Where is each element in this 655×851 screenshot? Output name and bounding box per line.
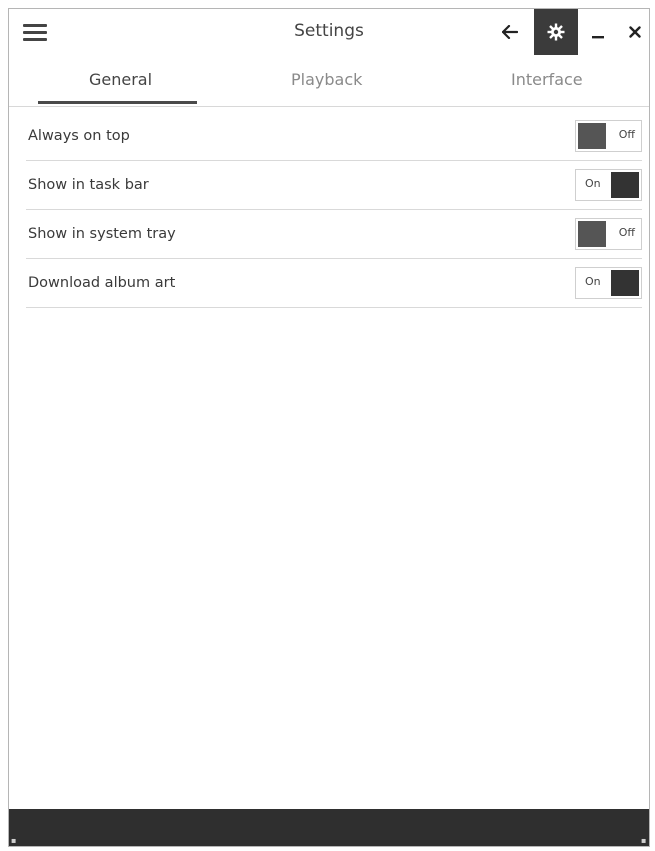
- toggle-state-label: Off: [618, 226, 635, 239]
- download-album-art-toggle[interactable]: On: [575, 267, 642, 299]
- show-in-task-bar-toggle[interactable]: On: [575, 169, 642, 201]
- minimize-button[interactable]: [585, 19, 611, 45]
- status-bar: ▪ ▪: [9, 809, 649, 846]
- toggle-knob: [578, 123, 606, 149]
- settings-window: Settings General Playback Interface Alwa…: [8, 8, 650, 847]
- toggle-knob: [611, 172, 639, 198]
- close-icon: [629, 26, 641, 38]
- toggle-knob: [578, 221, 606, 247]
- minimize-icon: [592, 36, 604, 39]
- setting-row-show-in-system-tray: Show in system tray Off: [26, 211, 642, 259]
- setting-label: Always on top: [28, 128, 130, 144]
- setting-row-show-in-task-bar: Show in task bar On: [26, 162, 642, 210]
- close-button[interactable]: [623, 19, 647, 45]
- setting-label: Show in task bar: [28, 177, 149, 193]
- show-in-system-tray-toggle[interactable]: Off: [575, 218, 642, 250]
- setting-row-always-on-top: Always on top Off: [26, 113, 642, 161]
- toggle-state-label: On: [585, 275, 601, 288]
- back-button[interactable]: [497, 19, 523, 45]
- gear-icon: [547, 23, 565, 41]
- settings-list: Always on top Off Show in task bar On Sh…: [26, 113, 642, 309]
- hamburger-icon[interactable]: [23, 23, 47, 43]
- setting-row-download-album-art: Download album art On: [26, 260, 642, 308]
- resize-grip-left[interactable]: ▪: [11, 837, 17, 845]
- settings-button[interactable]: [534, 9, 578, 55]
- window-title: Settings: [294, 21, 364, 41]
- title-bar: Settings: [9, 9, 649, 56]
- toggle-state-label: On: [585, 177, 601, 190]
- resize-grip-right[interactable]: ▪: [641, 837, 647, 845]
- toggle-state-label: Off: [618, 128, 635, 141]
- active-tab-indicator: [38, 101, 197, 104]
- setting-label: Download album art: [28, 275, 176, 291]
- tab-interface[interactable]: Interface: [511, 70, 583, 89]
- setting-label: Show in system tray: [28, 226, 176, 242]
- tab-general[interactable]: General: [89, 70, 152, 89]
- always-on-top-toggle[interactable]: Off: [575, 120, 642, 152]
- tab-playback[interactable]: Playback: [291, 70, 362, 89]
- tab-bar: General Playback Interface: [9, 64, 649, 107]
- toggle-knob: [611, 270, 639, 296]
- arrow-left-icon: [502, 25, 518, 39]
